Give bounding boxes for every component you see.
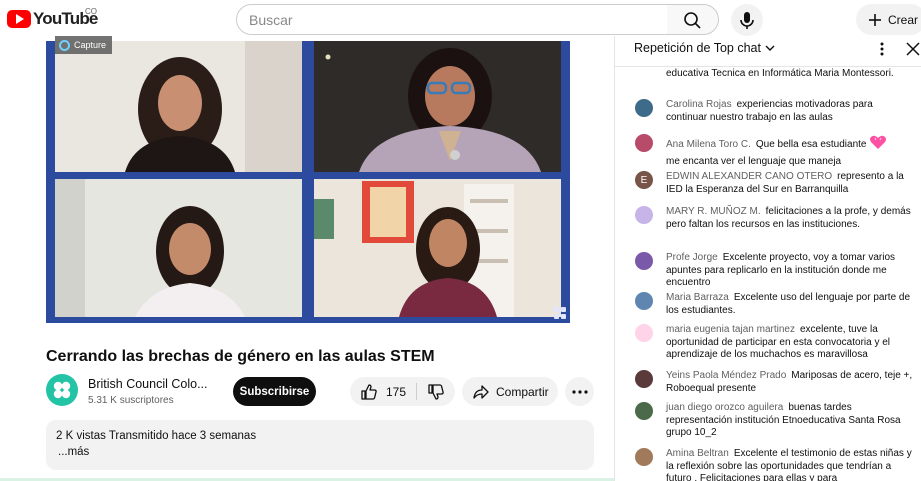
- dislike-icon: [428, 383, 444, 400]
- more-actions-button[interactable]: [565, 377, 594, 406]
- message-text: Carolina Rojas experiencias motivadoras p…: [666, 99, 914, 124]
- message-content: Que bella esa estudiante: [755, 139, 867, 150]
- more-horizontal-icon: [571, 389, 588, 394]
- author-name[interactable]: Amina Beltran: [666, 448, 729, 459]
- channel-name[interactable]: British Council Colo...: [88, 377, 208, 391]
- chat-mode-selector[interactable]: Repetición de Top chat: [634, 41, 775, 55]
- view-count-and-date: 2 K vistas Transmitido hace 3 semanas: [56, 430, 257, 442]
- message-text: Amina Beltran Excelente el testimonio de …: [666, 448, 914, 481]
- participant-image: [55, 41, 302, 172]
- show-more-link[interactable]: ...más: [58, 446, 89, 458]
- participant-image: [314, 41, 561, 172]
- description-box[interactable]: 2 K vistas Transmitido hace 3 semanas ..…: [46, 420, 594, 470]
- author-avatar[interactable]: [635, 134, 653, 152]
- author-avatar[interactable]: [635, 99, 653, 117]
- avatar-letter: E: [640, 174, 648, 186]
- message-text: Ana Milena Toro C. Que bella esa estudian…: [666, 134, 914, 168]
- like-button[interactable]: 175: [350, 377, 416, 406]
- channel-avatar-icon: [53, 381, 71, 399]
- share-button[interactable]: Compartir: [462, 377, 558, 406]
- search-icon: [684, 12, 701, 29]
- search-button[interactable]: [667, 4, 719, 35]
- subscribe-button[interactable]: Subscribirse: [233, 377, 316, 406]
- message-text: educativa Tecnica en Informática Maria M…: [666, 68, 914, 81]
- country-code: CO: [85, 7, 97, 16]
- author-avatar[interactable]: [635, 206, 653, 224]
- create-button[interactable]: Crear: [856, 4, 921, 35]
- like-count: 175: [386, 384, 407, 399]
- author-name[interactable]: Carolina Rojas: [666, 99, 732, 110]
- plus-icon: [869, 13, 881, 26]
- author-name[interactable]: maria eugenia tajan martinez: [666, 324, 795, 335]
- like-dislike-group: 175: [350, 377, 455, 406]
- message-text: maria eugenia tajan martinez excelente, t…: [666, 324, 914, 362]
- author-avatar[interactable]: [635, 402, 653, 420]
- author-name[interactable]: juan diego orozco aguilera: [666, 402, 783, 413]
- participant-image: [314, 179, 561, 317]
- share-label: Compartir: [496, 384, 549, 399]
- capture-logo-icon: [59, 39, 70, 51]
- message-text: Profe Jorge Excelente proyecto, voy a tom…: [666, 252, 914, 290]
- capture-badge: Capture: [55, 36, 113, 54]
- chat-panel: Repetición de Top chat educativa Tecnica…: [614, 36, 921, 481]
- message-text: juan diego orozco aguilera buenas tardes …: [666, 402, 914, 440]
- youtube-page: YouTube CO Crear: [0, 0, 921, 481]
- author-name[interactable]: MARY R. MUÑOZ M.: [666, 206, 761, 217]
- close-icon[interactable]: [904, 40, 921, 58]
- participant-tile-top-right: [314, 41, 561, 172]
- author-avatar[interactable]: [635, 370, 653, 388]
- author-name[interactable]: EDWIN ALEXANDER CANO OTERO: [666, 171, 832, 182]
- author-name[interactable]: Yeins Paola Méndez Prado: [666, 370, 786, 381]
- chevron-down-icon: [765, 45, 775, 51]
- author-avatar[interactable]: [635, 324, 653, 342]
- like-icon: [361, 383, 377, 400]
- dislike-button[interactable]: [417, 377, 455, 406]
- heart-icon: [870, 135, 887, 149]
- author-avatar[interactable]: E: [635, 171, 653, 189]
- message-text: EDWIN ALEXANDER CANO OTERO represento a l…: [666, 171, 914, 196]
- message-text: Maria Barraza Excelente uso del lenguaje …: [666, 292, 914, 317]
- participant-tile-top-left: [55, 41, 302, 172]
- author-avatar[interactable]: [635, 448, 653, 466]
- author-name[interactable]: Maria Barraza: [666, 292, 729, 303]
- voice-search-button[interactable]: [731, 4, 763, 36]
- grid-view-icon: [554, 307, 566, 319]
- participant-image: [55, 179, 302, 317]
- video-player[interactable]: [46, 41, 570, 323]
- message-content-continued: me encanta ver el lenguaje que maneja: [666, 155, 842, 167]
- message-content: educativa Tecnica en Informática Maria M…: [666, 68, 894, 79]
- author-name[interactable]: Ana Milena Toro C.: [666, 139, 751, 150]
- author-avatar[interactable]: [635, 252, 653, 270]
- participant-tile-bottom-right: [314, 179, 561, 317]
- author-name[interactable]: Profe Jorge: [666, 252, 718, 263]
- author-avatar[interactable]: [635, 292, 653, 310]
- create-label: Crear: [888, 12, 919, 27]
- youtube-logo-icon: [7, 10, 31, 28]
- channel-avatar[interactable]: [46, 374, 78, 406]
- subscriber-count: 5.31 K suscriptores: [88, 395, 174, 406]
- youtube-logo[interactable]: YouTube: [7, 9, 98, 29]
- video-title: Cerrando las brechas de género en las au…: [46, 348, 435, 365]
- more-vertical-icon[interactable]: [877, 40, 887, 58]
- capture-label: Capture: [74, 40, 107, 50]
- share-icon: [473, 384, 489, 399]
- search-box: [236, 4, 668, 35]
- mic-icon: [740, 12, 754, 29]
- chat-header: Repetición de Top chat: [615, 36, 921, 67]
- message-text: MARY R. MUÑOZ M. felicitaciones a la prof…: [666, 206, 914, 231]
- chat-title: Repetición de Top chat: [634, 41, 761, 55]
- search-input[interactable]: [237, 5, 667, 34]
- message-text: Yeins Paola Méndez Prado Mariposas de ace…: [666, 370, 914, 395]
- masthead: YouTube CO Crear: [0, 0, 921, 40]
- participant-tile-bottom-left: [55, 179, 302, 317]
